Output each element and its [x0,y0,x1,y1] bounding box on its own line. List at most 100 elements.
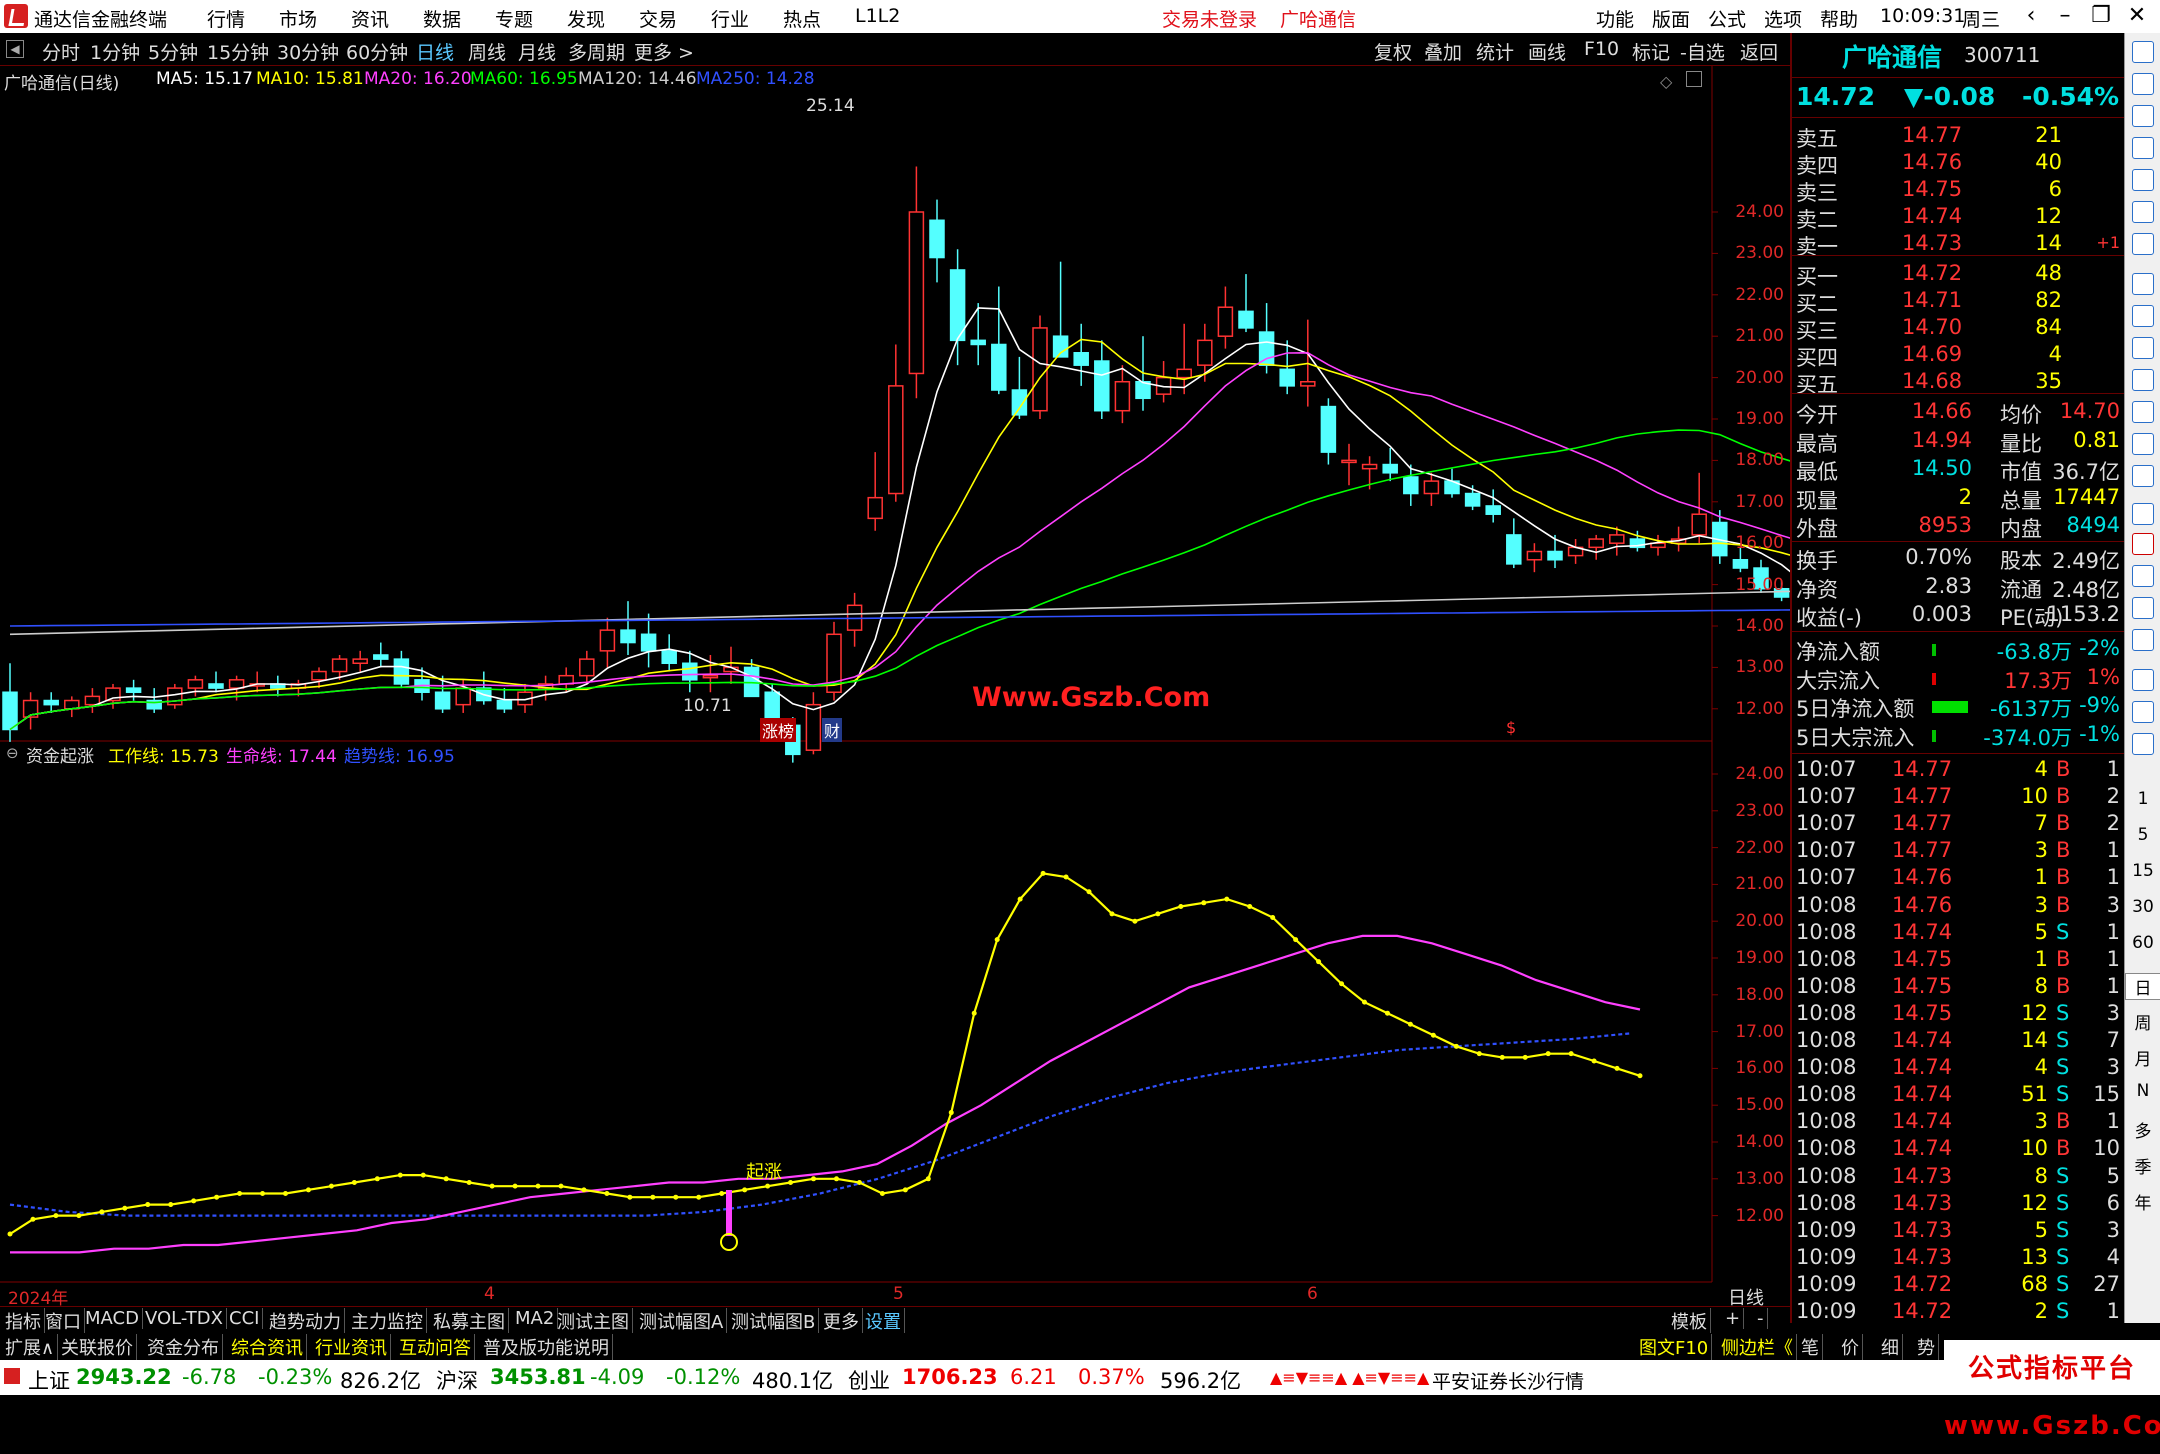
sidebar-period-15[interactable]: 15 [2125,861,2160,881]
indicator-tab[interactable]: 私募主图 [430,1308,509,1334]
period-1min[interactable]: 1分钟 [90,38,140,65]
close-icon[interactable]: ✕ [2122,2,2152,30]
menu-hangqing[interactable]: 行情 [207,5,245,32]
sidebar-period-week[interactable]: 周 [2125,1009,2160,1034]
tabs1-right-button[interactable]: 模板 [1668,1308,1711,1334]
tabs2-right-button[interactable]: 势 [1914,1334,1939,1360]
btn-fanhui[interactable]: 返回 [1740,38,1778,65]
extension-tab[interactable]: 资金分布 [144,1334,223,1360]
period-15min[interactable]: 15分钟 [207,38,269,65]
indicator-tab[interactable]: 主力监控 [348,1308,427,1334]
chart-canvas[interactable] [0,66,1790,1306]
diamond-icon[interactable]: ◇ [1660,72,1672,91]
sidebar-gear-icon[interactable] [2132,565,2154,587]
sidebar-period-60[interactable]: 60 [2125,933,2160,953]
sidebar-trend-icon[interactable] [2132,201,2154,223]
menu-xuanxiang[interactable]: 选项 [1764,5,1802,32]
period-fenshi[interactable]: 分时 [42,38,80,65]
btn-tongji[interactable]: 统计 [1476,38,1514,65]
sidebar-coin-icon[interactable] [2132,465,2154,487]
period-60min[interactable]: 60分钟 [346,38,408,65]
sidebar-list-icon[interactable] [2132,273,2154,295]
indicator-tab[interactable]: 测试主图 [554,1308,633,1334]
sub-collapse-icon[interactable]: ⊖ [6,744,19,762]
idx3-name[interactable]: 创业 [848,1365,890,1395]
tabs1-right-button[interactable]: - [1754,1308,1768,1329]
menu-gongneng[interactable]: 功能 [1596,5,1634,32]
menu-bangzhu[interactable]: 帮助 [1820,5,1858,32]
indicator-tab[interactable]: VOL-TDX [142,1308,227,1329]
sidebar-arrow-up-icon[interactable] [2132,73,2154,95]
menu-gongshi[interactable]: 公式 [1708,5,1746,32]
sidebar-doc-icon[interactable] [2132,369,2154,391]
sidebar-dollar-icon[interactable] [2132,733,2154,755]
extension-tab[interactable]: 扩展∧ [2,1334,59,1360]
period-monthly[interactable]: 月线 [518,38,556,65]
sidebar-rsi-icon[interactable] [2132,533,2154,555]
sidebar-pen-icon[interactable] [2132,629,2154,651]
sidebar-f10-icon[interactable] [2132,305,2154,327]
sidebar-period-1[interactable]: 1 [2125,789,2160,809]
trade-login-status[interactable]: 交易未登录 [1162,5,1257,32]
collapse-icon[interactable]: ◀ [6,40,24,58]
sidebar-wave-icon[interactable] [2132,503,2154,525]
sidebar-period-n[interactable]: N [2125,1081,2160,1101]
btn-huaxian[interactable]: 画线 [1528,38,1566,65]
extension-tab[interactable]: 普及版功能说明 [480,1334,613,1360]
extension-tab[interactable]: 关联报价 [58,1334,137,1360]
indicator-tab[interactable]: MACD [82,1308,143,1329]
sidebar-arrow-down-icon[interactable] [2132,105,2154,127]
period-5min[interactable]: 5分钟 [148,38,198,65]
menu-shichang[interactable]: 市场 [279,5,317,32]
indicator-tab[interactable]: 指标 [2,1308,45,1334]
panel-toggle-icon[interactable] [1686,71,1702,87]
tabs2-right-button[interactable]: 图文F10 [1636,1334,1713,1360]
tabs1-right-button[interactable]: + [1722,1308,1745,1329]
menu-zixun[interactable]: 资讯 [351,5,389,32]
sidebar-grid-icon[interactable] [2132,337,2154,359]
btn-biaoji[interactable]: 标记 [1632,38,1670,65]
idx2-name[interactable]: 沪深 [436,1365,478,1395]
sidebar-period-day[interactable]: 日 [2125,973,2160,1000]
indicator-tab[interactable]: CCI [226,1308,264,1329]
period-multi[interactable]: 多周期 [568,38,625,65]
minimize-icon[interactable]: – [2050,2,2080,30]
sidebar-f2-icon[interactable] [2132,401,2154,423]
indicator-tab[interactable]: 趋势动力 [266,1308,345,1334]
extension-tab[interactable]: 行业资讯 [312,1334,391,1360]
tabs2-right-button[interactable]: 细 [1878,1334,1903,1360]
idx1-name[interactable]: 上证 [28,1365,70,1395]
extension-tab[interactable]: 互动问答 [396,1334,475,1360]
menu-l1l2[interactable]: L1L2 [855,5,900,27]
marker-zhangbang[interactable]: 涨榜 [760,718,797,742]
broker-name[interactable]: 平安证券长沙行情 [1432,1367,1584,1394]
menu-redian[interactable]: 热点 [783,5,821,32]
sidebar-kline-icon[interactable] [2132,233,2154,255]
sidebar-stock-icon[interactable] [2132,137,2154,159]
menu-hangye[interactable]: 行业 [711,5,749,32]
sidebar-period-quarter[interactable]: 季 [2125,1153,2160,1178]
btn-fuquan[interactable]: 复权 [1374,38,1412,65]
period-weekly[interactable]: 周线 [468,38,506,65]
sidebar-circle-icon[interactable] [2132,433,2154,455]
period-more[interactable]: 更多 > [634,38,694,65]
kline-chart-area[interactable]: 广哈通信(日线) MA5: 15.17 MA10: 15.81 MA20: 16… [0,66,1790,1314]
sidebar-period-month[interactable]: 月 [2125,1045,2160,1070]
sidebar-f5-icon[interactable] [2132,669,2154,691]
menu-shuju[interactable]: 数据 [423,5,461,32]
sidebar-table-icon[interactable] [2132,169,2154,191]
restore-icon[interactable]: ❐ [2086,2,2116,30]
sidebar-up-icon[interactable] [2132,41,2154,63]
indicator-tab[interactable]: 测试幅图A [636,1308,728,1334]
btn-f10[interactable]: F10 [1584,38,1619,60]
indicator-tab[interactable]: 测试幅图B [728,1308,820,1334]
indicator-tab[interactable]: 更多 [820,1308,863,1334]
tabs2-right-button[interactable]: 价 [1838,1334,1863,1360]
period-30min[interactable]: 30分钟 [277,38,339,65]
extension-tab[interactable]: 综合资讯 [228,1334,307,1360]
btn-zixuan[interactable]: -自选 [1680,38,1725,65]
indicator-tab[interactable]: 窗口 [42,1308,85,1334]
btn-diejia[interactable]: 叠加 [1424,38,1462,65]
sidebar-period-multi[interactable]: 多 [2125,1117,2160,1142]
menu-zhuanti[interactable]: 专题 [495,5,533,32]
